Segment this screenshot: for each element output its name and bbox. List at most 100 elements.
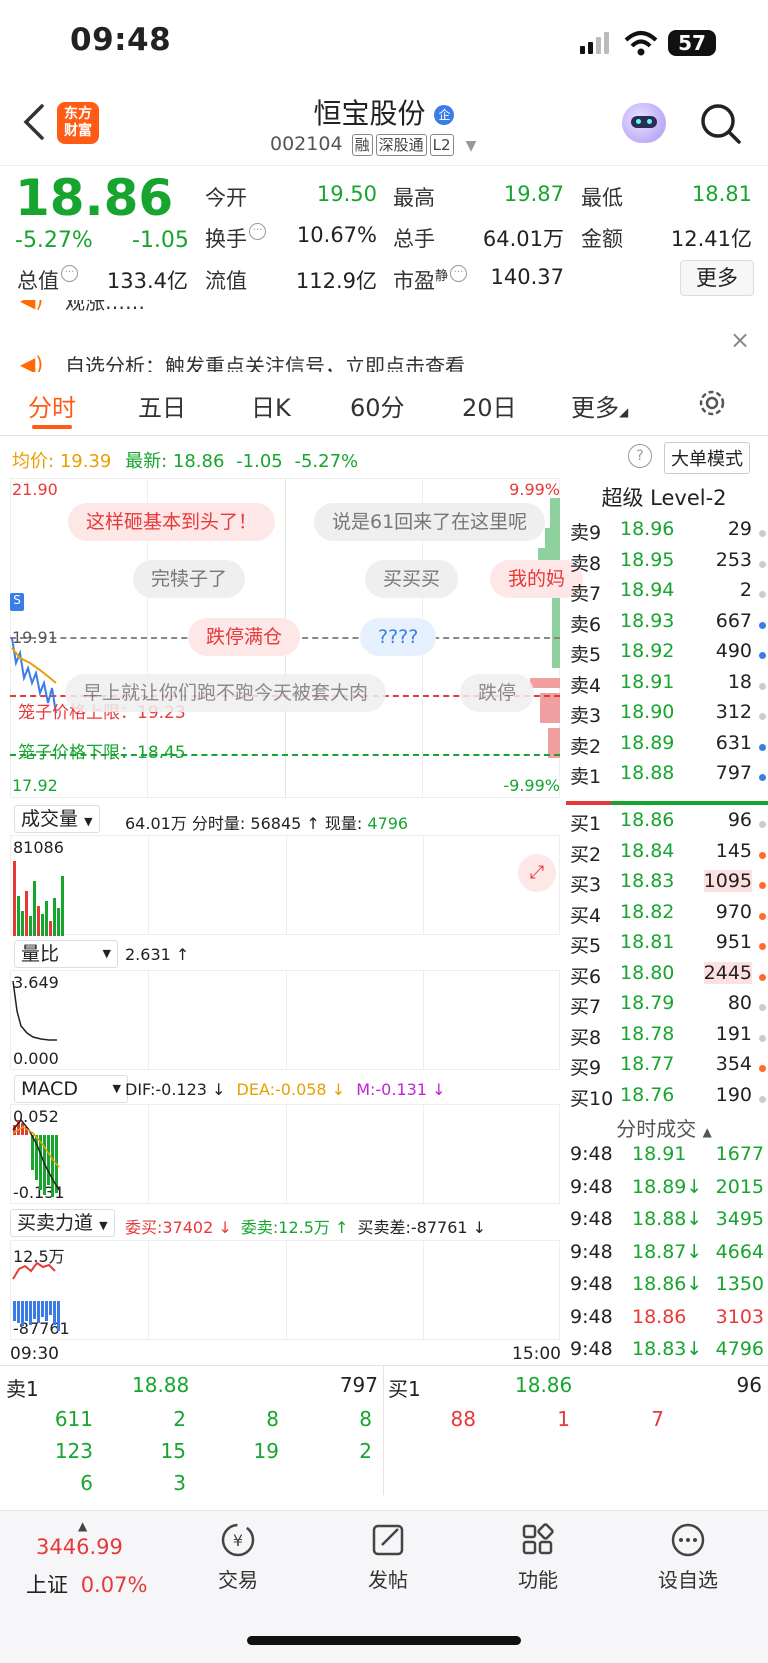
expand-up-icon[interactable]: ▲ — [78, 1519, 87, 1533]
info-icon[interactable]: ··· — [450, 265, 468, 282]
tag-level2: L2 — [429, 134, 454, 156]
ratio-line — [12, 980, 57, 1041]
bottom-nav: ▲ 3446.99 上证 0.07% ¥ 交易 发帖 功能 设自选 — [0, 1510, 768, 1663]
ratio-chart[interactable]: 3.649 0.000 — [10, 970, 560, 1070]
ask-row[interactable]: 卖5 18.92 490 — [560, 640, 768, 670]
ask-row[interactable]: 卖9 18.96 29 — [560, 518, 768, 548]
volume-indicator-select[interactable]: 成交量 ▼ — [14, 805, 100, 833]
battery-icon: 57 — [668, 30, 716, 56]
stock-name: 恒宝股份 — [313, 97, 426, 130]
watchlist-analysis-notice[interactable]: ◀) 自选分析：触发重点关注信号，立即点击查看 — [0, 346, 768, 372]
comment-bubble[interactable]: 买买买 — [365, 560, 459, 598]
help-icon[interactable]: ? — [628, 444, 652, 468]
tab-intraday[interactable]: 分时 — [28, 388, 76, 423]
settings-gear-icon[interactable] — [697, 388, 727, 418]
macd-chart[interactable]: 0.052 -0.131 — [10, 1104, 560, 1204]
ticks-title[interactable]: 分时成交 ▲ — [560, 1113, 768, 1142]
force-indicator-select[interactable]: 买卖力道 ▼ — [10, 1209, 115, 1237]
dropdown-caret-icon[interactable]: ▼ — [466, 138, 477, 154]
force-chart[interactable]: 12.5万 -87761 — [10, 1240, 560, 1340]
tab-daily-k[interactable]: 日K — [251, 388, 291, 423]
ask-row[interactable]: 卖1 18.88 797 — [560, 762, 768, 792]
ai-assistant-icon[interactable] — [622, 103, 666, 143]
ask-row[interactable]: 卖4 18.91 18 — [560, 671, 768, 701]
comment-bubble[interactable]: 早上就让你们跑不跑今天被套大肉 — [65, 674, 387, 712]
comment-bubble[interactable]: 说是61回来了在这里呢 — [314, 503, 546, 541]
bid-row[interactable]: 买6 18.80 2445 — [560, 961, 768, 992]
bid-row[interactable]: 买10 18.76 190 — [560, 1084, 768, 1114]
ask-row[interactable]: 卖6 18.93 667 — [560, 610, 768, 640]
ask-row[interactable]: 卖7 18.94 2 — [560, 579, 768, 609]
tick-price: 18.83↓ — [632, 1338, 703, 1360]
tab-20day[interactable]: 20日 — [462, 388, 517, 423]
comment-bubble[interactable]: ???? — [360, 618, 437, 656]
expand-icon[interactable]: ⤢ — [518, 854, 556, 892]
bid-row[interactable]: 买9 18.77 354 — [560, 1053, 768, 1083]
big-order-mode-button[interactable]: 大单模式 — [664, 442, 750, 474]
queue-sell-order: 8 — [266, 1407, 279, 1431]
tab-more[interactable]: 更多◢ — [571, 388, 628, 423]
bid-dot-icon — [759, 1004, 766, 1011]
comment-bubble[interactable]: 这样砸基本到头了！ — [68, 503, 276, 541]
nav-post[interactable]: 发帖 — [328, 1521, 448, 1593]
comment-bubble[interactable]: 跌停 — [460, 674, 535, 712]
nav-add-watchlist[interactable]: 设自选 — [628, 1521, 748, 1593]
close-icon[interactable]: × — [730, 326, 750, 354]
ask-dot-icon — [759, 743, 766, 751]
force-legend: 委买:37402 ↓ 委卖:12.5万 ↑ 买卖差:-87761 ↓ — [125, 1218, 487, 1237]
amount-label: 金额 — [581, 227, 623, 251]
signal-marker-icon[interactable]: S — [10, 593, 24, 611]
index-quote[interactable]: 上证 0.07% — [26, 1569, 147, 1599]
comment-bubble[interactable]: 完犊子了 — [133, 560, 246, 598]
volume-chart[interactable]: 81086 ⤢ — [10, 835, 560, 936]
bid-volume: 354 — [715, 1053, 752, 1075]
tick-volume: 3495 — [715, 1208, 764, 1230]
more-button[interactable]: 更多 — [680, 260, 754, 296]
tab-60min[interactable]: 60分 — [350, 388, 405, 423]
macd-indicator-select[interactable]: MACD ▼ — [14, 1075, 128, 1103]
volume-value: 64.01万 — [482, 227, 564, 251]
bid-row[interactable]: 买5 18.81 951 — [560, 931, 768, 961]
comment-bubble[interactable]: 跌停满仓 — [188, 618, 301, 656]
latest-value: 18.86 — [172, 451, 225, 472]
scroll-notice[interactable]: 观涨…… ◀) — [0, 300, 768, 315]
float-value-label: 流值 — [205, 269, 247, 293]
wifi-icon — [624, 31, 658, 56]
grid-line — [286, 1241, 287, 1339]
bid-row[interactable]: 买2 18.84 145 — [560, 840, 768, 870]
ask-row[interactable]: 卖3 18.90 312 — [560, 701, 768, 731]
queue-sell-order: 15 — [160, 1439, 186, 1463]
queue-buy-label: 买1 — [388, 1377, 421, 1401]
intraday-chart[interactable]: 21.90 9.99% 19.91 17.92 -9.99% 笼子价格上限：19… — [10, 478, 584, 798]
index-name: 上证 — [26, 1573, 68, 1597]
search-icon[interactable] — [700, 103, 742, 145]
tick-time: 9:48 — [570, 1273, 613, 1295]
bid-row[interactable]: 买4 18.82 970 — [560, 901, 768, 931]
axis-bottom-right: -9.99% — [503, 776, 560, 795]
ratio-indicator-select[interactable]: 量比 ▼ — [14, 940, 118, 968]
tick-volume: 1677 — [715, 1143, 764, 1165]
nav-trade[interactable]: ¥ 交易 — [178, 1521, 298, 1593]
grid-line — [286, 971, 287, 1069]
svg-text:¥: ¥ — [233, 1531, 243, 1550]
index-value[interactable]: 3446.99 — [36, 1535, 123, 1559]
time-axis-start: 09:30 — [10, 1344, 59, 1364]
bid-volume: 1095 — [703, 870, 752, 892]
bid-row[interactable]: 买1 18.86 96 — [560, 809, 768, 839]
bid-row[interactable]: 买7 18.79 80 — [560, 992, 768, 1022]
info-icon[interactable]: ··· — [61, 265, 78, 282]
ask-price: 18.88 — [620, 762, 675, 784]
tab-five-day[interactable]: 五日 — [138, 388, 186, 423]
bid-row[interactable]: 买3 18.83 1095 — [560, 870, 768, 900]
info-icon[interactable]: ··· — [249, 223, 266, 240]
tick-time: 9:48 — [570, 1143, 613, 1165]
ask-row[interactable]: 卖8 18.95 253 — [560, 549, 768, 579]
enterprise-badge: 企 — [434, 105, 455, 125]
nav-functions[interactable]: 功能 — [478, 1521, 598, 1593]
chevron-down-icon: ▼ — [99, 1219, 108, 1232]
bid-row[interactable]: 买8 18.78 191 — [560, 1023, 768, 1053]
grid-line — [423, 1241, 424, 1339]
ask-row[interactable]: 卖2 18.89 631 — [560, 732, 768, 762]
grid-line — [423, 836, 424, 934]
ask-price: 18.89 — [620, 731, 675, 754]
